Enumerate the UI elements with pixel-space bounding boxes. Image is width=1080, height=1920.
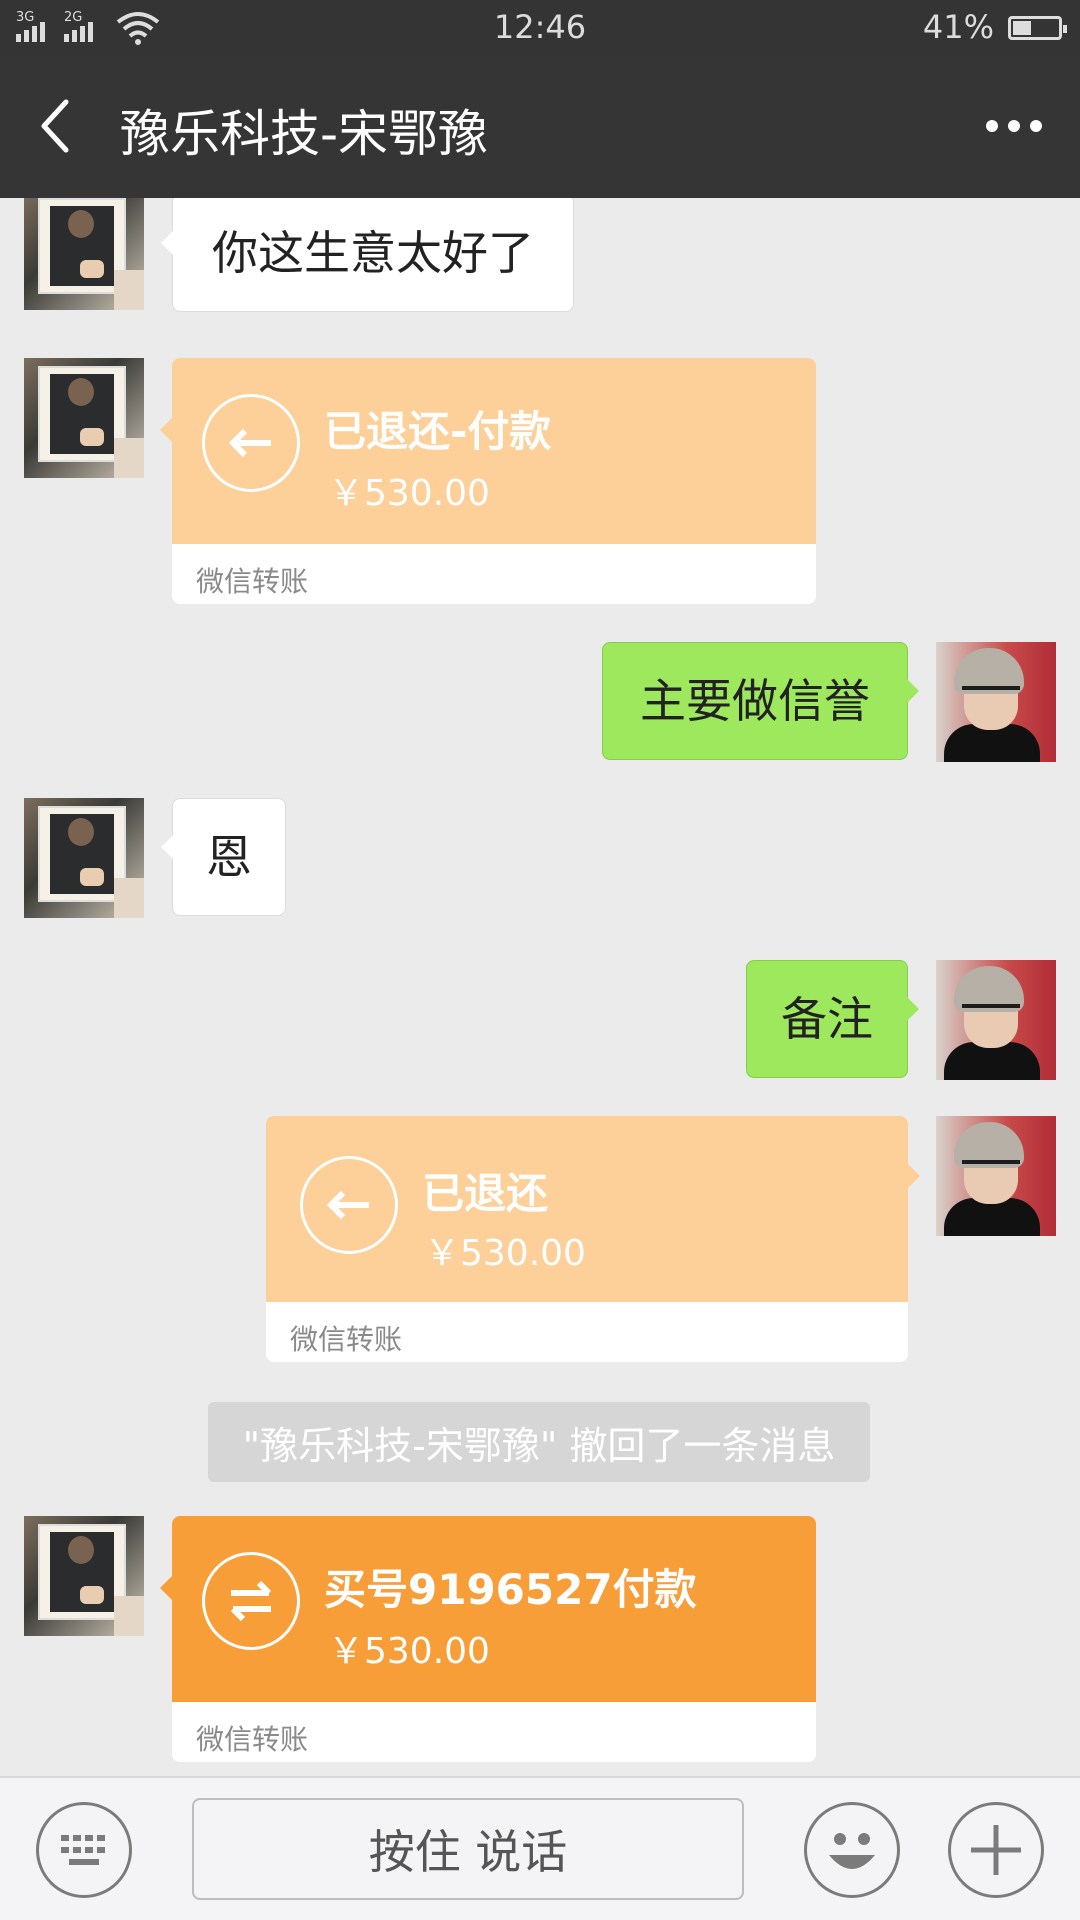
contact-avatar[interactable] (24, 1516, 144, 1636)
more-functions-button[interactable] (948, 1802, 1044, 1898)
transfer-card[interactable]: 已退还 ￥530.00 微信转账 (266, 1116, 920, 1362)
transfer-footer: 微信转账 (196, 1723, 309, 1756)
message-bubble-sent[interactable]: 备注 (746, 960, 919, 1078)
more-options-icon[interactable] (986, 120, 1042, 134)
message-bubble-sent[interactable]: 主要做信誉 (602, 642, 919, 760)
message-text: 你这生意太好了 (212, 226, 534, 280)
message-text: 主要做信誉 (640, 674, 870, 728)
plus-icon (971, 1825, 1021, 1875)
my-avatar[interactable] (936, 1116, 1056, 1236)
keyboard-toggle-button[interactable] (36, 1802, 132, 1898)
transfer-amount: ￥530.00 (424, 1233, 586, 1274)
transfer-card[interactable]: 买号9196527付款 ￥530.00 微信转账 (160, 1516, 816, 1762)
transfer-footer: 微信转账 (196, 565, 309, 598)
transfer-amount: ￥530.00 (328, 473, 490, 514)
refund-icon (300, 1156, 398, 1254)
chat-title: 豫乐科技-宋鄂豫 (120, 105, 489, 163)
refund-icon (202, 394, 300, 492)
chat-header: 豫乐科技-宋鄂豫 (0, 56, 1080, 198)
contact-avatar[interactable] (24, 198, 144, 310)
contact-avatar[interactable] (24, 358, 144, 478)
emoji-button[interactable] (804, 1802, 900, 1898)
recall-notice: "豫乐科技-宋鄂豫" 撤回了一条消息 (208, 1402, 870, 1482)
transfer-title: 已退还-付款 (324, 407, 552, 456)
transfer-icon (202, 1552, 300, 1650)
hold-to-talk-button[interactable]: 按住 说话 (192, 1798, 744, 1900)
contact-avatar[interactable] (24, 798, 144, 918)
message-bubble-received[interactable]: 你这生意太好了 (161, 198, 574, 312)
status-time: 12:46 (493, 8, 587, 46)
my-avatar[interactable] (936, 960, 1056, 1080)
message-text: 备注 (781, 992, 873, 1046)
battery-fill (1013, 21, 1031, 35)
status-bar: 3G 2G 12:46 41% (0, 0, 1080, 56)
transfer-footer: 微信转账 (290, 1323, 403, 1356)
message-text: 恩 (206, 830, 252, 884)
transfer-amount: ￥530.00 (328, 1631, 490, 1672)
battery-icon (1008, 16, 1067, 40)
my-avatar[interactable] (936, 642, 1056, 762)
chat-messages[interactable]: 你这生意太好了 已退还-付款 ￥530.00 微信转账 主要做信誉 恩 备注 已… (0, 198, 1080, 1776)
back-arrow-icon[interactable] (36, 98, 76, 154)
transfer-title: 已退还 (422, 1169, 549, 1218)
input-bar: 按住 说话 (0, 1776, 1080, 1920)
battery-percent: 41% (922, 8, 994, 46)
transfer-title: 买号9196527付款 (324, 1565, 697, 1614)
transfer-card[interactable]: 已退还-付款 ￥530.00 微信转账 (160, 358, 816, 604)
message-bubble-received[interactable]: 恩 (161, 798, 286, 916)
emoji-icon (829, 1833, 875, 1869)
